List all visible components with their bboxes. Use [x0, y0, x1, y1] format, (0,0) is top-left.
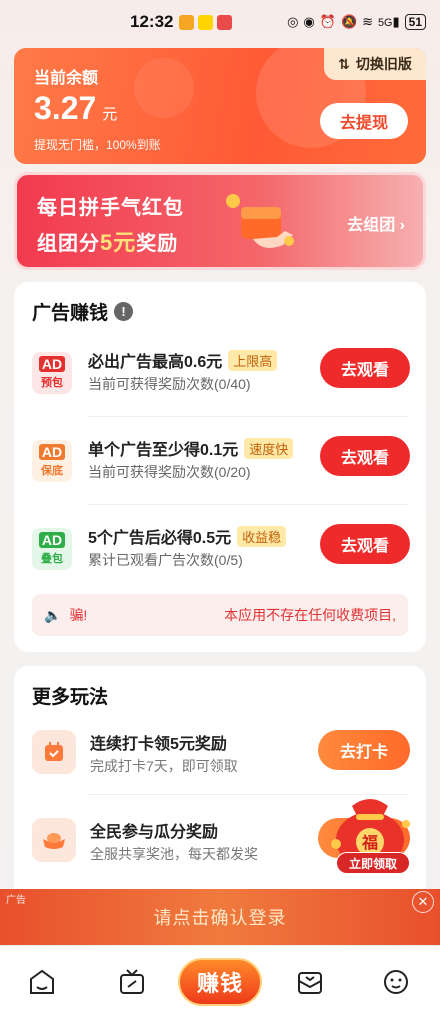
- banner-line2-highlight: 5元: [100, 230, 137, 255]
- ad-task-subtitle: 当前可获得奖励次数(0/20): [88, 464, 251, 480]
- ad-task-row: AD 叠包 5个广告后必得0.5元 收益稳 累计已观看广告次数(0/5) 去观看: [32, 524, 410, 590]
- eye-icon: ◉: [303, 14, 315, 29]
- coin-decoration: [134, 58, 194, 118]
- nav-earn-button[interactable]: 赚钱: [178, 958, 262, 1006]
- banner-line2-prefix: 组团分: [37, 233, 100, 255]
- banner-line2-suffix: 奖励: [136, 233, 179, 255]
- ad-task-subtitle: 当前可获得奖励次数(0/40): [88, 376, 251, 392]
- bottom-nav: 赚钱: [0, 945, 440, 1024]
- ad-badge-top: AD: [38, 532, 66, 548]
- share-pool-subtitle: 全服共享奖池，每天都发奖: [90, 846, 258, 862]
- star-notification-icon: [198, 14, 214, 30]
- app-notification-icon: [179, 14, 195, 30]
- ad-task-title: 单个广告至少得0.1元 速度快: [88, 436, 294, 460]
- ad-task-tag: 速度快: [244, 437, 294, 459]
- nav-profile-face-icon[interactable]: [376, 962, 416, 1002]
- group-red-packet-banner[interactable]: 每日拼手气红包 组团分5元奖励 去组团 ›: [14, 172, 426, 270]
- login-confirm-banner[interactable]: 请点击确认登录: [0, 889, 440, 945]
- status-icons: ◎ ◉ ⏰ 🔕 ≋ 5G▮ 51: [287, 14, 426, 30]
- status-time: 12:32: [130, 12, 174, 31]
- close-icon[interactable]: ✕: [412, 891, 434, 913]
- ad-badge-icon: AD 预包: [32, 352, 72, 394]
- nfc-icon: ◎: [287, 14, 299, 29]
- balance-note: 提现无门槛，100%到账: [34, 138, 161, 152]
- switch-old-version-button[interactable]: ⇅ 切换旧版: [324, 48, 426, 80]
- ad-task-title: 必出广告最高0.6元 上限高: [88, 348, 278, 372]
- checkin-row: 连续打卡领5元奖励 完成打卡7天，即可领取 去打卡: [32, 730, 410, 790]
- ad-task-title-text: 必出广告最高0.6元: [88, 354, 223, 371]
- ad-task-title-text: 5个广告后必得0.5元: [88, 530, 232, 547]
- ad-badge-top: AD: [38, 356, 66, 372]
- nav-home-icon[interactable]: [22, 962, 62, 1002]
- calendar-check-icon: [32, 730, 76, 774]
- nav-mail-icon[interactable]: [290, 962, 330, 1002]
- gold-ingot-icon: [32, 818, 76, 862]
- ad-earning-card: 广告赚钱 ! AD 预包 必出广告最高0.6元 上限高 当前可获得奖励次数(0/4…: [14, 282, 426, 652]
- ad-task-tag: 上限高: [228, 349, 278, 371]
- alarm-icon: ⏰: [319, 14, 336, 29]
- ad-badge-bottom: 叠包: [41, 553, 63, 565]
- notice-prefix: 骗!: [69, 607, 88, 623]
- checkin-button[interactable]: 去打卡: [318, 730, 410, 770]
- ad-earning-title-text: 广告赚钱: [32, 303, 109, 324]
- ad-task-title: 5个广告后必得0.5元 收益稳: [88, 524, 287, 548]
- balance-amount-value: 3.27: [34, 90, 97, 126]
- claim-now-button[interactable]: 立即领取: [336, 852, 410, 874]
- ad-mark: 广告: [6, 895, 26, 906]
- notice-bar: 🔈 骗! 本应用不存在任何收费项目,: [32, 594, 408, 636]
- lucky-bag-char: 福: [361, 833, 378, 852]
- ad-badge-icon: AD 叠包: [32, 528, 72, 570]
- mute-icon: 🔕: [340, 14, 358, 29]
- speaker-icon: 🔈: [44, 606, 62, 623]
- banner-line1: 每日拼手气红包: [37, 197, 184, 219]
- divider: [88, 416, 408, 417]
- ad-badge-icon: AD 保底: [32, 440, 72, 482]
- notice-text: 本应用不存在任何收费项目,: [224, 607, 396, 623]
- ad-badge-top: AD: [38, 444, 66, 460]
- balance-unit: 元: [102, 106, 118, 123]
- ad-task-tag: 收益稳: [237, 525, 287, 547]
- battery-icon: 51: [404, 14, 426, 30]
- ad-badge-bottom: 预包: [41, 377, 63, 389]
- watch-ad-button[interactable]: 去观看: [320, 348, 410, 388]
- watch-ad-button[interactable]: 去观看: [320, 524, 410, 564]
- wifi-icon: ≋: [362, 14, 374, 29]
- signal-icon: 5G▮: [378, 14, 400, 29]
- ad-badge-bottom: 保底: [41, 465, 63, 477]
- ad-task-title-text: 单个广告至少得0.1元: [88, 442, 239, 459]
- withdraw-button[interactable]: 去提现: [320, 103, 408, 139]
- watch-ad-button[interactable]: 去观看: [320, 436, 410, 476]
- switch-old-version-label: 切换旧版: [355, 56, 412, 72]
- checkin-subtitle: 完成打卡7天，即可领取: [90, 758, 238, 774]
- ad-task-row: AD 预包 必出广告最高0.6元 上限高 当前可获得奖励次数(0/40) 去观看: [32, 348, 410, 414]
- banner-line2: 组团分5元奖励: [37, 225, 178, 257]
- ad-earning-title: 广告赚钱 !: [32, 298, 134, 325]
- status-bar: 12:32 ◎ ◉ ⏰ 🔕 ≋ 5G▮ 51: [0, 0, 440, 44]
- balance-card: 当前余额 3.27 元 提现无门槛，100%到账 ⇅ 切换旧版 去提现: [14, 48, 426, 164]
- join-group-button[interactable]: 去组团 ›: [347, 211, 405, 235]
- more-games-title: 更多玩法: [32, 687, 109, 708]
- message-notification-icon: [217, 14, 233, 30]
- red-packet-hand-icon: [226, 194, 294, 248]
- ad-task-row: AD 保底 单个广告至少得0.1元 速度快 当前可获得奖励次数(0/20) 去观看: [32, 436, 410, 502]
- checkin-title: 连续打卡领5元奖励: [90, 736, 227, 753]
- nav-tv-icon[interactable]: [112, 962, 152, 1002]
- share-pool-title: 全民参与瓜分奖励: [90, 824, 219, 841]
- info-icon[interactable]: !: [114, 302, 134, 321]
- swap-icon: ⇅: [338, 55, 350, 72]
- balance-amount: 3.27 元: [34, 90, 117, 127]
- ad-task-subtitle: 累计已观看广告次数(0/5): [88, 552, 243, 568]
- balance-label: 当前余额: [34, 70, 99, 87]
- login-confirm-text: 请点击确认登录: [153, 908, 287, 928]
- divider: [88, 504, 408, 505]
